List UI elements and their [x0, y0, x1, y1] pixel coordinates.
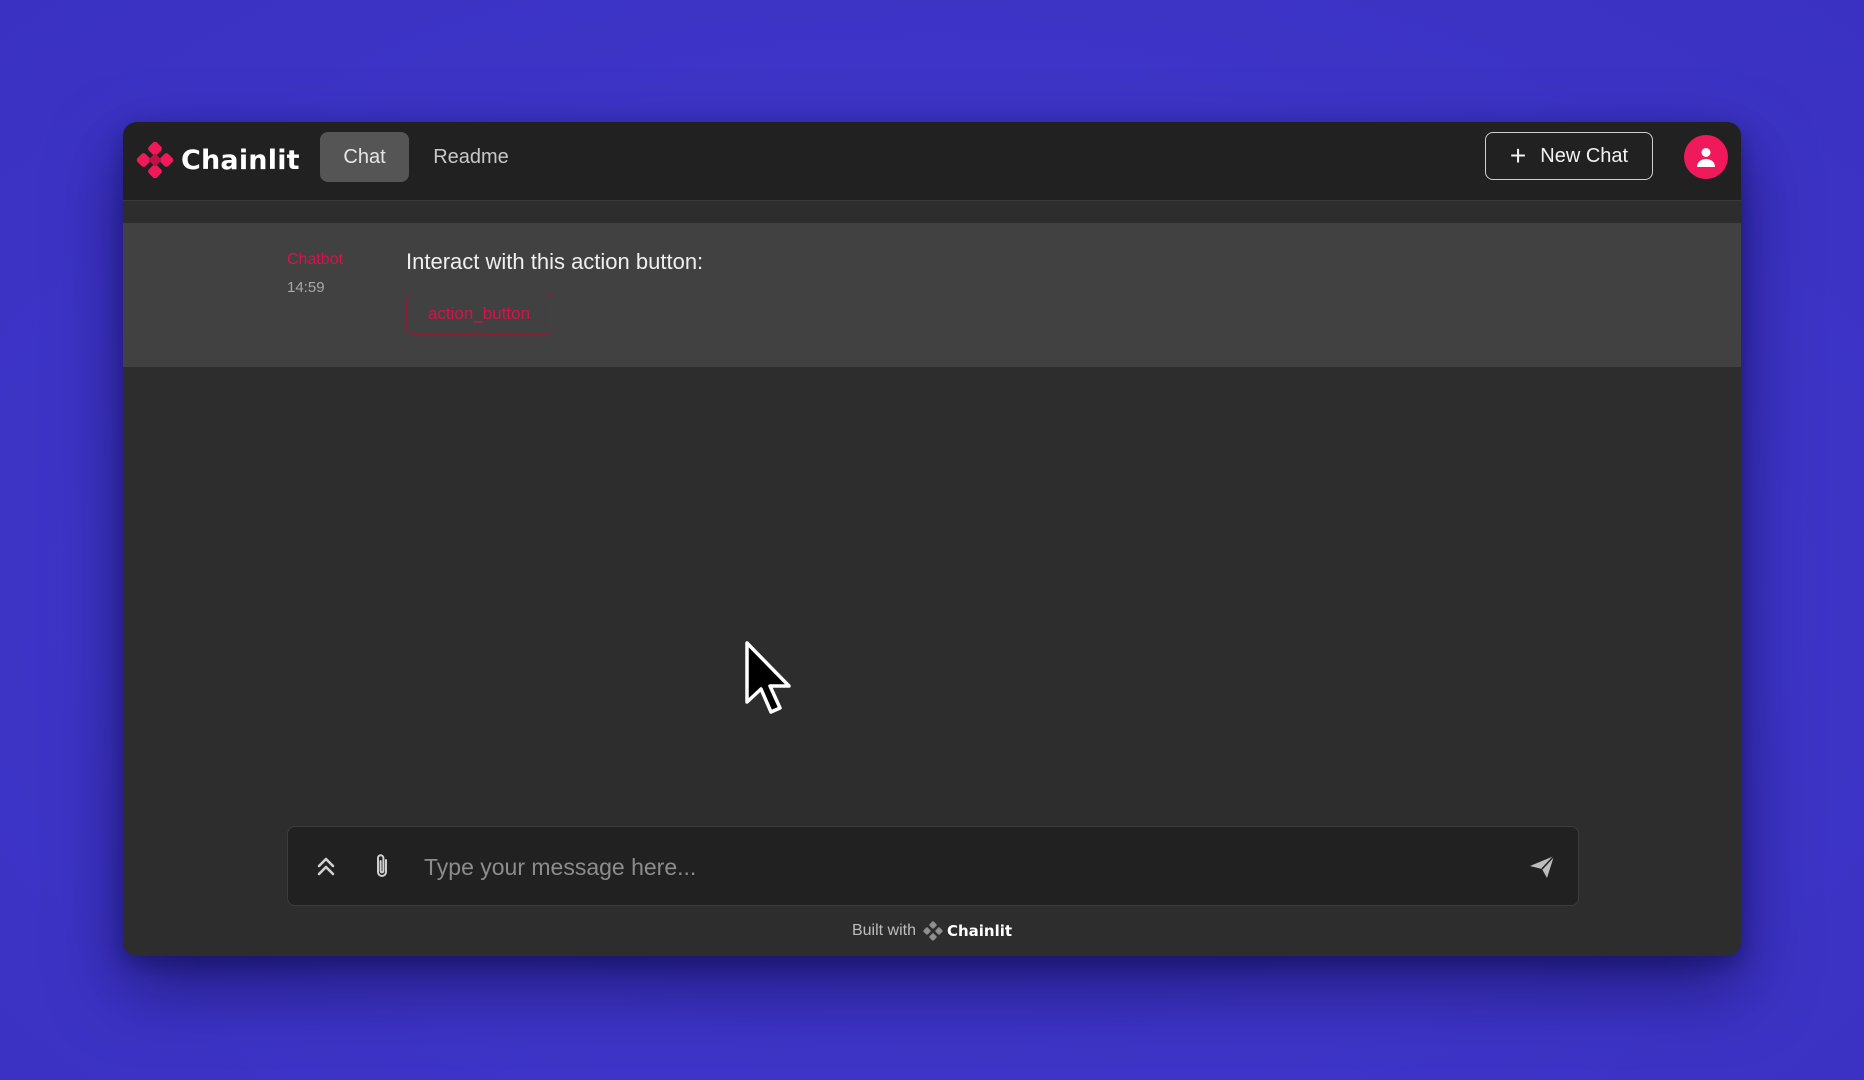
top-navbar: Chainlit Chat Readme + New Chat [123, 122, 1741, 201]
logo-text: Chainlit [181, 144, 300, 176]
tab-readme[interactable]: Readme [421, 132, 521, 182]
action-button[interactable]: action_button [406, 293, 552, 335]
footer-brand[interactable]: Chainlit [947, 922, 1012, 940]
paperclip-icon[interactable] [367, 851, 397, 881]
message-author: Chatbot [287, 251, 344, 268]
new-chat-button[interactable]: + New Chat [1485, 132, 1653, 180]
message: Chatbot 14:59 Interact with this action … [123, 223, 1741, 367]
app-window: Chainlit Chat Readme + New Chat Chatbot … [123, 122, 1741, 956]
chevrons-up-icon[interactable] [311, 851, 341, 881]
chainlit-logo-icon [923, 921, 943, 941]
message-input[interactable] [422, 845, 1476, 889]
footer: Built with Chainlit [123, 919, 1741, 943]
chainlit-logo-icon [136, 141, 174, 179]
new-chat-label: New Chat [1540, 144, 1629, 167]
avatar[interactable] [1684, 135, 1728, 179]
logo: Chainlit [136, 140, 300, 180]
message-composer [287, 826, 1579, 906]
built-with-text: Built with [851, 922, 916, 939]
plus-icon: + [1509, 140, 1527, 171]
message-text: Interact with this action button: [406, 249, 704, 274]
user-icon [1697, 148, 1715, 167]
send-icon[interactable] [1527, 852, 1557, 882]
message-time: 14:59 [287, 279, 325, 296]
mouse-cursor-icon [745, 641, 791, 714]
tab-chat[interactable]: Chat [320, 132, 409, 182]
